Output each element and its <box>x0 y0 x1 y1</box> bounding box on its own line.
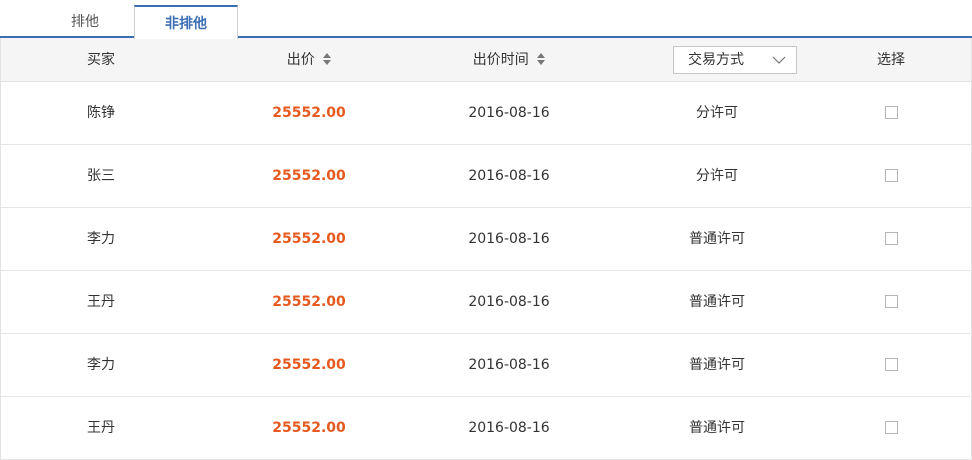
trade-mode: 普通许可 <box>689 357 745 373</box>
tab-exclusive[interactable]: 排他 <box>35 6 135 38</box>
table-header: 买家 出价 出价时间 交易方式 选择 <box>1 38 971 82</box>
table-row: 张三 25552.00 2016-08-16 分许可 <box>1 145 971 208</box>
header-price-label: 出价 <box>286 52 315 68</box>
trade-mode-select-label: 交易方式 <box>688 52 744 68</box>
trade-mode: 分许可 <box>696 105 738 121</box>
buyer-name: 王丹 <box>87 420 115 436</box>
bid-time: 2016-08-16 <box>468 231 550 247</box>
trade-mode-select[interactable]: 交易方式 <box>673 46 797 74</box>
row-select-checkbox[interactable] <box>885 106 898 119</box>
row-select-checkbox[interactable] <box>885 169 898 182</box>
tab-bar: 排他 非排他 <box>0 0 972 39</box>
tab-non-exclusive[interactable]: 非排他 <box>134 5 238 39</box>
table-row: 李力 25552.00 2016-08-16 普通许可 <box>1 334 971 397</box>
row-select-checkbox[interactable] <box>885 232 898 245</box>
table-row: 李力 25552.00 2016-08-16 普通许可 <box>1 208 971 271</box>
row-select-checkbox[interactable] <box>885 295 898 308</box>
bid-price: 25552.00 <box>272 105 346 121</box>
bid-time: 2016-08-16 <box>468 357 550 373</box>
sort-arrows-icon[interactable] <box>323 53 332 68</box>
row-select-checkbox[interactable] <box>885 358 898 371</box>
header-bid-time[interactable]: 出价时间 <box>449 38 569 82</box>
buyer-name: 李力 <box>87 357 115 373</box>
table-row: 王丹 25552.00 2016-08-16 普通许可 <box>1 397 971 460</box>
header-bid-time-label: 出价时间 <box>472 52 529 68</box>
bid-time: 2016-08-16 <box>468 168 550 184</box>
trade-mode: 分许可 <box>696 168 738 184</box>
header-buyer: 买家 <box>87 52 115 68</box>
trade-mode: 普通许可 <box>689 294 745 310</box>
bid-price: 25552.00 <box>272 294 346 310</box>
table-row: 陈铮 25552.00 2016-08-16 分许可 <box>1 82 971 145</box>
chevron-down-icon <box>772 56 786 64</box>
bid-time: 2016-08-16 <box>468 420 550 436</box>
buyer-name: 王丹 <box>87 294 115 310</box>
bid-price: 25552.00 <box>272 168 346 184</box>
buyer-name: 陈铮 <box>87 105 115 121</box>
bid-price: 25552.00 <box>272 357 346 373</box>
bids-table: 买家 出价 出价时间 交易方式 选择 陈铮 25552.00 2016-08-1… <box>0 38 972 460</box>
table-row: 王丹 25552.00 2016-08-16 普通许可 <box>1 271 971 334</box>
bid-time: 2016-08-16 <box>468 294 550 310</box>
buyer-name: 张三 <box>87 168 115 184</box>
buyer-name: 李力 <box>87 231 115 247</box>
header-price[interactable]: 出价 <box>259 38 359 82</box>
header-select: 选择 <box>877 52 905 68</box>
sort-arrows-icon[interactable] <box>537 53 546 68</box>
bid-price: 25552.00 <box>272 231 346 247</box>
bid-time: 2016-08-16 <box>468 105 550 121</box>
trade-mode: 普通许可 <box>689 231 745 247</box>
bid-price: 25552.00 <box>272 420 346 436</box>
trade-mode: 普通许可 <box>689 420 745 436</box>
row-select-checkbox[interactable] <box>885 421 898 434</box>
